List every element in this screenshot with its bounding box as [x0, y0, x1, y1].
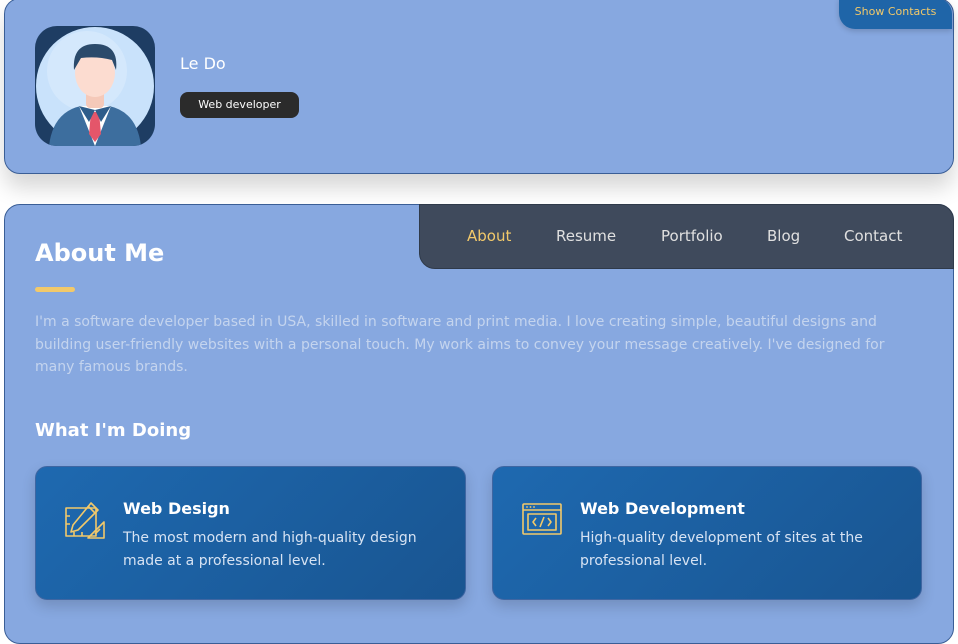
show-contacts-button[interactable]: Show Contacts	[839, 0, 952, 29]
avatar	[35, 26, 155, 146]
title-underline	[35, 287, 75, 292]
navbar: About Resume Portfolio Blog Contact	[419, 204, 954, 269]
service-title: Web Design	[123, 499, 230, 518]
about-title: About Me	[35, 239, 165, 267]
profile-name: Le Do	[180, 54, 226, 73]
service-card-web-development: Web Development High-quality development…	[492, 466, 922, 600]
about-text: I'm a software developer based in USA, s…	[35, 314, 885, 375]
nav-resume[interactable]: Resume	[556, 227, 616, 245]
code-window-icon	[522, 503, 562, 535]
nav-blog[interactable]: Blog	[767, 227, 800, 245]
nav-contact[interactable]: Contact	[844, 227, 902, 245]
businessman-avatar-icon	[36, 27, 154, 146]
service-description: High-quality development of sites at the…	[580, 530, 863, 569]
nav-portfolio[interactable]: Portfolio	[661, 227, 723, 245]
service-card-web-design: Web Design The most modern and high-qual…	[35, 466, 466, 600]
service-title: Web Development	[580, 499, 745, 518]
nav-about[interactable]: About	[467, 227, 511, 245]
profile-card: Show Contacts Le Do Web developer	[4, 0, 954, 174]
role-badge: Web developer	[180, 92, 299, 118]
doing-title: What I'm Doing	[35, 420, 192, 441]
service-description: The most modern and high-quality design …	[123, 530, 417, 569]
about-card: About Resume Portfolio Blog Contact Abou…	[4, 204, 954, 644]
design-tools-icon	[65, 502, 105, 539]
